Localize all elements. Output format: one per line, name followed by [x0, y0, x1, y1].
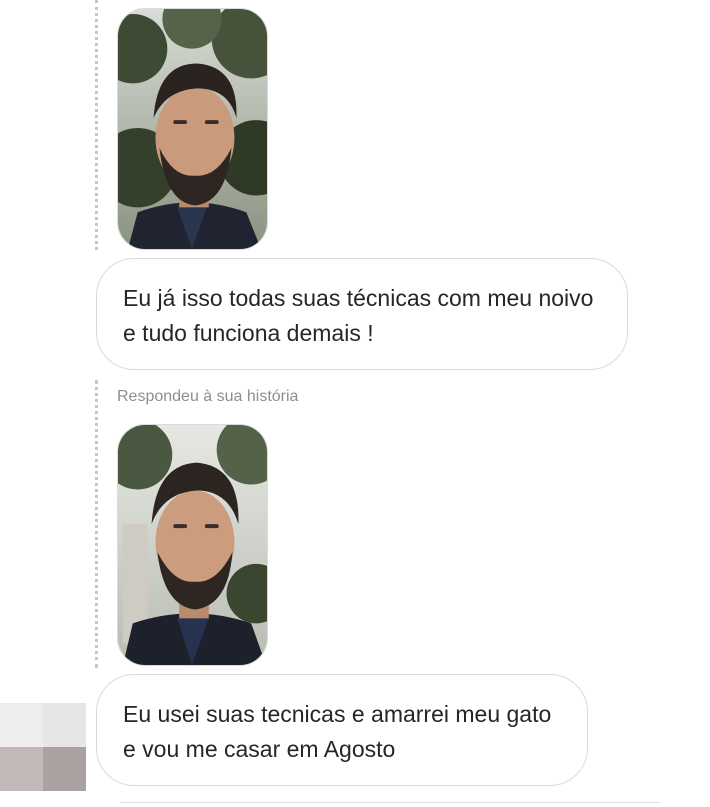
avatar[interactable] — [0, 703, 86, 791]
story-reply-thread-line — [95, 0, 98, 250]
story-thumbnail[interactable] — [117, 8, 268, 250]
next-message-edge — [120, 802, 660, 807]
story-photo — [118, 425, 267, 665]
avatar-pixel — [0, 703, 43, 747]
avatar-pixel — [43, 703, 86, 747]
avatar-pixel — [43, 747, 86, 791]
story-photo — [118, 9, 267, 249]
message-bubble[interactable]: Eu usei suas tecnicas e amarrei meu gato… — [96, 674, 588, 786]
story-reply-label: Respondeu à sua história — [117, 388, 299, 405]
message-bubble[interactable]: Eu já isso todas suas técnicas com meu n… — [96, 258, 628, 370]
message-text: Eu usei suas tecnicas e amarrei meu gato… — [123, 701, 552, 762]
message-text: Eu já isso todas suas técnicas com meu n… — [123, 285, 594, 346]
story-thumbnail[interactable] — [117, 424, 268, 666]
avatar-pixel — [0, 747, 43, 791]
story-reply-thread-line — [95, 380, 98, 668]
